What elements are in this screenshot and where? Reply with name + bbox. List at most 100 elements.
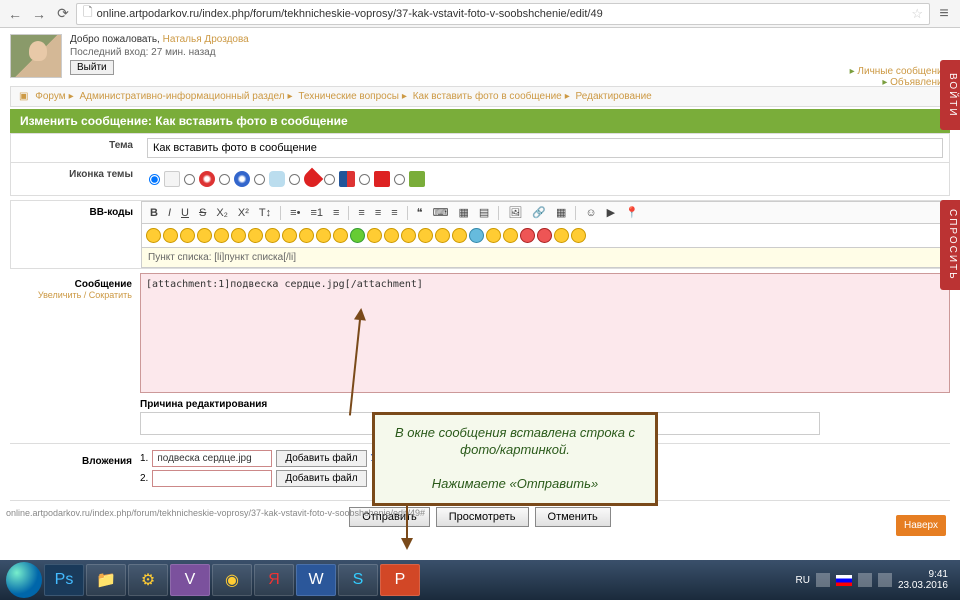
add-file-button[interactable]: Добавить файл: [276, 470, 366, 487]
pm-link[interactable]: Личные сообщения: [850, 66, 948, 77]
smiley-icon[interactable]: [554, 228, 569, 243]
smiley-icon[interactable]: [299, 228, 314, 243]
smiley-icon[interactable]: [248, 228, 263, 243]
bc-item[interactable]: Как вставить фото в сообщение: [413, 91, 562, 102]
smiley-icon[interactable]: [486, 228, 501, 243]
lang-indicator[interactable]: RU: [795, 575, 809, 586]
icon-radio[interactable]: [184, 174, 195, 185]
add-file-button[interactable]: Добавить файл: [276, 450, 366, 467]
browser-menu-button[interactable]: ≡: [932, 2, 956, 26]
icon-radio[interactable]: [394, 174, 405, 185]
smiley-icon[interactable]: [316, 228, 331, 243]
icon-radio[interactable]: [289, 174, 300, 185]
sub-button[interactable]: X₂: [213, 206, 231, 220]
url-input[interactable]: [97, 8, 908, 20]
attachment-filename[interactable]: [152, 450, 272, 467]
smiley-icon[interactable]: [435, 228, 450, 243]
smiley-icon[interactable]: [231, 228, 246, 243]
smiley-icon[interactable]: [367, 228, 382, 243]
avatar[interactable]: [10, 34, 62, 78]
login-tab[interactable]: ВОЙТИ: [940, 60, 960, 130]
forward-button[interactable]: →: [28, 3, 50, 25]
underline-button[interactable]: U: [178, 206, 192, 220]
image-button[interactable]: 🖼: [505, 205, 525, 220]
home-icon[interactable]: ▣: [19, 91, 28, 102]
smiley-icon[interactable]: [384, 228, 399, 243]
back-button[interactable]: ←: [4, 3, 26, 25]
smiley-icon[interactable]: [418, 228, 433, 243]
smiley-icon[interactable]: [401, 228, 416, 243]
icon-radio[interactable]: [219, 174, 230, 185]
smiley-icon[interactable]: [197, 228, 212, 243]
li-button[interactable]: ≡: [330, 206, 342, 220]
smiley-icon[interactable]: [452, 228, 467, 243]
smiley-icon[interactable]: [146, 228, 161, 243]
ol-button[interactable]: ≡1: [307, 206, 326, 220]
taskbar-app[interactable]: Я: [254, 564, 294, 596]
taskbar-app[interactable]: W: [296, 564, 336, 596]
message-textarea[interactable]: [attachment:1]подвеска сердце.jpg[/attac…: [140, 273, 950, 393]
taskbar-app[interactable]: V: [170, 564, 210, 596]
smiley-icon[interactable]: [520, 228, 535, 243]
smiley-icon[interactable]: [163, 228, 178, 243]
logout-button[interactable]: Выйти: [70, 60, 114, 75]
scroll-top-button[interactable]: Наверх: [896, 515, 946, 536]
smiley-icon[interactable]: [571, 228, 586, 243]
ads-link[interactable]: Объявления: [850, 77, 948, 88]
smiley-icon[interactable]: [282, 228, 297, 243]
sup-button[interactable]: X²: [235, 206, 252, 220]
smiley-icon[interactable]: [350, 228, 365, 243]
icon-radio[interactable]: [324, 174, 335, 185]
tray-icon[interactable]: [858, 573, 872, 587]
tray-icon[interactable]: [816, 573, 830, 587]
ask-tab[interactable]: СПРОСИТЬ: [940, 200, 960, 290]
spoiler-button[interactable]: ▦: [455, 205, 471, 220]
taskbar-app[interactable]: S: [338, 564, 378, 596]
smiley-icon[interactable]: [333, 228, 348, 243]
taskbar-app[interactable]: ⚙: [128, 564, 168, 596]
align-center-button[interactable]: ≡: [372, 206, 384, 220]
icon-radio[interactable]: [254, 174, 265, 185]
align-left-button[interactable]: ≡: [355, 206, 367, 220]
hide-button[interactable]: ▤: [476, 205, 492, 220]
strike-button[interactable]: S: [196, 206, 209, 220]
taskbar-app[interactable]: Ps: [44, 564, 84, 596]
link-button[interactable]: 🔗: [529, 205, 549, 220]
code-button[interactable]: ⌨: [430, 205, 452, 220]
flag-icon[interactable]: [836, 575, 852, 586]
subject-input[interactable]: [147, 138, 943, 158]
ul-button[interactable]: ≡•: [287, 206, 303, 220]
bc-item[interactable]: Административно-информационный раздел: [79, 91, 284, 102]
smiley-icon[interactable]: [265, 228, 280, 243]
align-right-button[interactable]: ≡: [388, 206, 400, 220]
address-bar[interactable]: 🗋 ☆: [76, 3, 930, 25]
smiley-icon[interactable]: [214, 228, 229, 243]
preview-button[interactable]: Просмотреть: [436, 507, 529, 527]
resize-link[interactable]: Увеличить / Сократить: [38, 290, 132, 300]
icon-radio[interactable]: [149, 174, 160, 185]
taskbar-app[interactable]: ◉: [212, 564, 252, 596]
tray-icon[interactable]: [878, 573, 892, 587]
bc-item[interactable]: Форум: [35, 91, 65, 102]
smiley-icon[interactable]: [537, 228, 552, 243]
smiley-button[interactable]: ☺: [582, 206, 599, 220]
smiley-icon[interactable]: [469, 228, 484, 243]
smiley-icon[interactable]: [180, 228, 195, 243]
size-button[interactable]: T↕: [256, 206, 274, 220]
video-button[interactable]: ▶: [604, 205, 618, 220]
bc-item[interactable]: Технические вопросы: [298, 91, 399, 102]
map-button[interactable]: 📍: [622, 205, 642, 220]
start-button[interactable]: [6, 562, 42, 598]
icon-radio[interactable]: [359, 174, 370, 185]
reload-button[interactable]: ⟳: [52, 3, 74, 25]
bold-button[interactable]: B: [147, 206, 161, 220]
taskbar-app[interactable]: P: [380, 564, 420, 596]
taskbar-app[interactable]: 📁: [86, 564, 126, 596]
quote-button[interactable]: ❝: [414, 205, 426, 220]
cancel-button[interactable]: Отменить: [535, 507, 611, 527]
italic-button[interactable]: I: [165, 206, 174, 220]
color-button[interactable]: ▦: [553, 205, 569, 220]
clock[interactable]: 9:41 23.03.2016: [898, 569, 948, 591]
smiley-icon[interactable]: [503, 228, 518, 243]
attachment-filename[interactable]: [152, 470, 272, 487]
